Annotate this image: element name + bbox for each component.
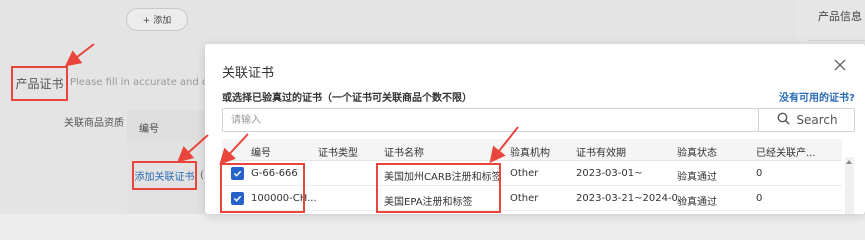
col-validity: 证书有效期 bbox=[576, 148, 626, 159]
background-table-header-label: 编号 bbox=[139, 124, 159, 135]
add-button[interactable]: + 添加 bbox=[126, 8, 188, 31]
right-panel-divider bbox=[808, 40, 865, 41]
cell-org: Other bbox=[510, 193, 539, 204]
col-linked: 已经关联产... bbox=[756, 148, 816, 159]
section-hint: Please fill in accurate and comple bbox=[70, 77, 210, 88]
table-row[interactable]: 100000-CH... 美国EPA注册和标签 Other 2023-03-21… bbox=[222, 186, 842, 211]
table-header: 编号 证书类型 证书名称 验真机构 证书有效期 验真状态 已经关联产... bbox=[222, 139, 842, 161]
link-cert-button[interactable]: 添加关联证书 bbox=[135, 168, 195, 183]
annotation-box-rows bbox=[220, 163, 305, 213]
scroll-up-icon[interactable] bbox=[846, 160, 852, 164]
search-bar: Search bbox=[222, 108, 855, 132]
add-button-label: + 添加 bbox=[142, 16, 172, 26]
link-cert-modal: 关联证书 或选择已验真过的证书（一个证书可关联商品个数不限） 没有可用的证书? … bbox=[205, 44, 865, 214]
table-row[interactable]: G-66-666 美国加州CARB注册和标签 Other 2023-03-01~… bbox=[222, 161, 842, 186]
col-name: 证书名称 bbox=[384, 148, 424, 159]
modal-title: 关联证书 bbox=[222, 66, 275, 81]
cell-validity: 2023-03-01~ bbox=[576, 168, 643, 179]
col-type: 证书类型 bbox=[318, 148, 358, 159]
close-icon[interactable] bbox=[832, 57, 848, 73]
cell-linked: 0 bbox=[756, 168, 763, 179]
background-table-header: 编号 bbox=[127, 110, 217, 140]
search-input[interactable] bbox=[223, 109, 750, 131]
link-cert-highlight: 添加关联证书 bbox=[132, 161, 197, 190]
cell-org: Other bbox=[510, 168, 539, 179]
col-id: 编号 bbox=[251, 148, 271, 159]
right-panel-title: 产品信息 bbox=[818, 10, 862, 23]
cell-status: 验真通过 bbox=[677, 197, 717, 208]
search-button[interactable]: Search bbox=[758, 108, 856, 132]
annotation-box-names bbox=[376, 163, 501, 213]
cert-table: 编号 证书类型 证书名称 验真机构 证书有效期 验真状态 已经关联产... G-… bbox=[222, 139, 842, 211]
field-label: 关联商品资质 bbox=[64, 118, 124, 129]
background-paren-text: ( bbox=[200, 170, 204, 181]
search-icon bbox=[777, 112, 790, 128]
section-title: 产品证书 bbox=[15, 77, 64, 91]
no-cert-link[interactable]: 没有可用的证书? bbox=[779, 89, 855, 104]
search-button-label: Search bbox=[796, 113, 838, 127]
section-title-highlight: 产品证书 bbox=[11, 66, 68, 101]
cell-status: 验真通过 bbox=[677, 172, 717, 183]
col-org: 验真机构 bbox=[510, 148, 550, 159]
col-status: 验真状态 bbox=[677, 148, 717, 159]
table-scrollbar[interactable] bbox=[845, 157, 854, 214]
cell-linked: 0 bbox=[756, 193, 763, 204]
cell-validity: 2023-03-21~2024-0... bbox=[576, 193, 688, 204]
modal-subtitle: 或选择已验真过的证书（一个证书可关联商品个数不限） bbox=[222, 93, 472, 104]
